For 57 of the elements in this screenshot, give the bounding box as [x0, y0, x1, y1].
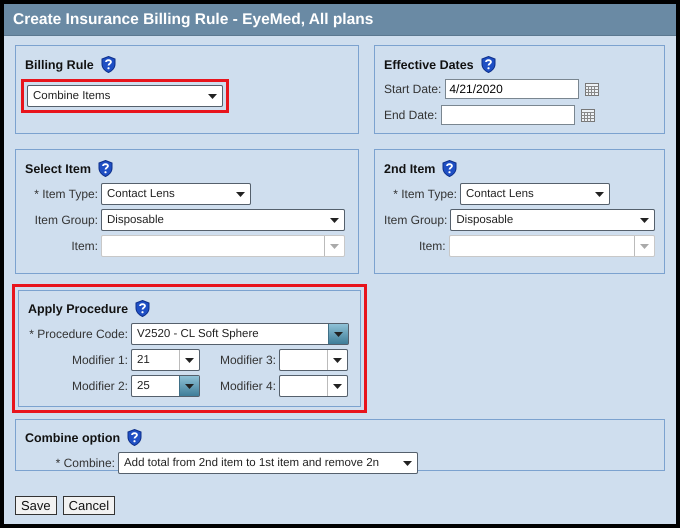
caret-icon	[333, 384, 342, 388]
caret-icon	[208, 94, 216, 98]
field-label: Modifier 4:	[218, 379, 277, 393]
form-button[interactable]: Cancel	[62, 496, 116, 515]
help-icon[interactable]	[98, 160, 114, 177]
calendar-icon[interactable]	[581, 108, 596, 122]
help-icon[interactable]	[100, 56, 116, 73]
field-label: Start Date:	[384, 82, 442, 96]
form-button[interactable]: Save	[15, 496, 57, 515]
field-label: * Item Type:	[33, 187, 99, 201]
field-label: Item:	[418, 239, 447, 253]
panel-title: Effective Dates	[384, 58, 474, 72]
help-icon[interactable]	[127, 429, 142, 446]
help-icon[interactable]	[442, 160, 458, 177]
item-dropdown[interactable]: Disposable	[450, 209, 655, 231]
billing-rule-dropdown[interactable]: Combine Items	[27, 85, 223, 107]
calendar-icon[interactable]	[585, 82, 600, 96]
field-label: Modifier 3:	[218, 353, 277, 367]
caret-icon	[402, 460, 412, 466]
field-label: End Date:	[384, 108, 438, 122]
caret-icon	[594, 192, 604, 196]
help-icon[interactable]	[480, 56, 496, 73]
caret-icon	[330, 218, 338, 222]
item-dropdown[interactable]: Contact Lens	[460, 183, 610, 205]
field-label: * Procedure Code:	[28, 327, 129, 341]
panel-title: Apply Procedure	[28, 302, 128, 316]
panel-title: Select Item	[25, 162, 92, 176]
combine-dropdown[interactable]: Add total from 2nd item to 1st item and remove 2n	[118, 452, 418, 474]
panel-title: Billing Rule	[25, 58, 94, 72]
caret-icon	[640, 244, 649, 248]
modifier-dropdown[interactable]: 21	[131, 349, 200, 371]
caret-icon	[330, 244, 339, 248]
date-field[interactable]: 4/21/2020	[445, 79, 580, 99]
panel-title: 2nd Item	[384, 162, 436, 176]
caret-icon	[640, 218, 648, 222]
procedure-code-dropdown[interactable]: V2520 - CL Soft Sphere	[131, 323, 349, 345]
caret-icon	[185, 358, 194, 362]
item-dropdown[interactable]: Contact Lens	[101, 183, 251, 205]
field-label: * Item Type:	[392, 187, 458, 201]
modifier-dropdown[interactable]	[279, 375, 348, 397]
panel-title: Combine option	[25, 430, 120, 444]
field-label: Item Group:	[34, 213, 99, 227]
caret-icon	[334, 332, 343, 336]
field-label: Item Group:	[384, 213, 448, 227]
caret-icon	[185, 384, 194, 388]
modifier-dropdown[interactable]	[279, 349, 348, 371]
field-label: Item:	[70, 239, 99, 253]
help-icon[interactable]	[135, 300, 150, 317]
field-label: Modifier 2:	[70, 379, 129, 393]
item-dropdown[interactable]: Disposable	[101, 209, 345, 231]
field-label: * Combine:	[54, 456, 116, 470]
date-field[interactable]	[441, 105, 576, 125]
caret-icon	[333, 358, 342, 362]
modifier-dropdown[interactable]: 25	[131, 375, 200, 397]
caret-icon	[236, 192, 244, 196]
field-label: Modifier 1:	[70, 353, 129, 367]
window-title: Create Insurance Billing Rule - EyeMed, All plans	[13, 10, 374, 28]
